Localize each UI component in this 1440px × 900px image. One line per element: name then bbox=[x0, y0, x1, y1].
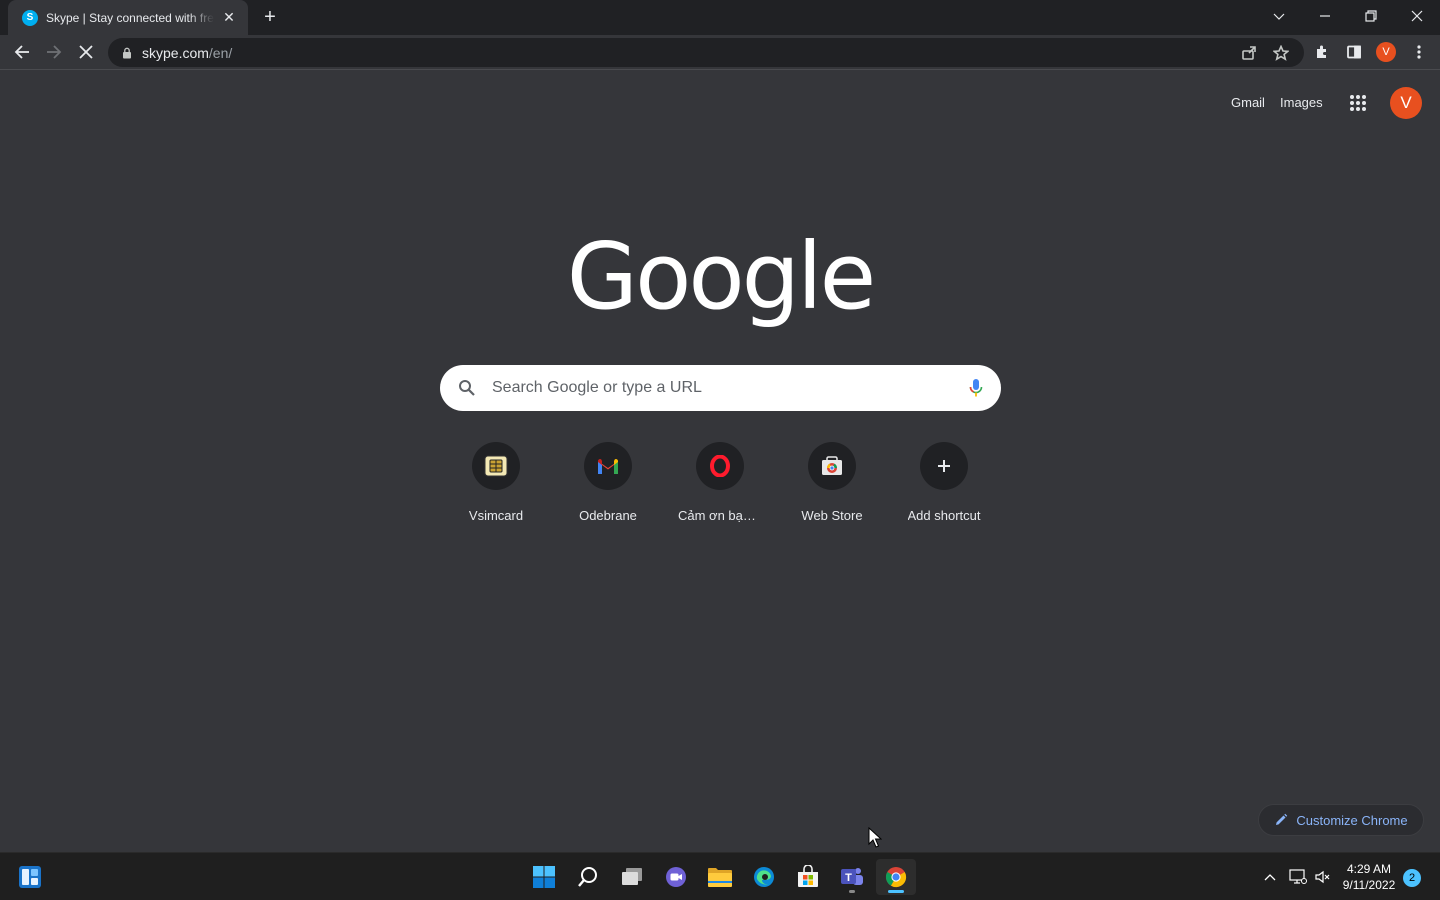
voice-search-icon[interactable] bbox=[969, 378, 983, 398]
mouse-cursor-icon bbox=[868, 826, 883, 854]
forward-icon[interactable] bbox=[40, 38, 68, 66]
address-bar[interactable]: skype.com/en/ bbox=[108, 38, 1304, 67]
shortcuts-row: Vsimcard Odebrane Cảm ơn bạn đã tải xuốn… bbox=[0, 442, 1440, 532]
file-explorer-icon[interactable] bbox=[700, 859, 740, 895]
back-icon[interactable] bbox=[8, 38, 36, 66]
profile-avatar: V bbox=[1376, 42, 1396, 62]
google-apps-icon[interactable] bbox=[1343, 88, 1373, 118]
clock-time: 4:29 AM bbox=[1346, 862, 1392, 876]
clock-date: 9/11/2022 bbox=[1342, 878, 1396, 892]
url-host: skype.com bbox=[142, 44, 209, 61]
shortcut-label: Vsimcard bbox=[468, 508, 524, 523]
notification-badge[interactable]: 2 bbox=[1403, 869, 1421, 887]
ntp-top-links: Gmail Images bbox=[0, 88, 1440, 118]
profile-button[interactable]: V bbox=[1372, 38, 1400, 66]
teams-icon[interactable]: T bbox=[832, 859, 872, 895]
minimize-icon[interactable] bbox=[1302, 0, 1348, 32]
images-link[interactable]: Images bbox=[1280, 95, 1323, 110]
running-indicator bbox=[849, 890, 855, 893]
clock[interactable]: 4:29 AM 9/11/2022 bbox=[1338, 861, 1400, 893]
svg-text:T: T bbox=[845, 872, 852, 884]
simcard-icon bbox=[472, 442, 520, 490]
webstore-icon bbox=[808, 442, 856, 490]
microsoft-store-icon[interactable] bbox=[788, 859, 828, 895]
customize-chrome-button[interactable]: Customize Chrome bbox=[1258, 804, 1424, 836]
shortcut-label: Web Store bbox=[801, 508, 863, 523]
tab-close-icon[interactable]: ✕ bbox=[220, 9, 238, 27]
url-path: /en/ bbox=[208, 44, 233, 61]
google-account-avatar[interactable]: V bbox=[1390, 87, 1422, 119]
search-icon bbox=[458, 379, 476, 397]
shortcut-odebrane[interactable]: Odebrane bbox=[552, 442, 664, 532]
start-icon[interactable] bbox=[524, 859, 564, 895]
gmail-link[interactable]: Gmail bbox=[1231, 95, 1265, 110]
windows-taskbar: T 4:29 AM 9/11/2022 2 bbox=[0, 852, 1440, 900]
shortcut-add[interactable]: Add shortcut bbox=[888, 442, 1000, 532]
shortcut-webstore[interactable]: Web Store bbox=[776, 442, 888, 532]
lock-icon[interactable] bbox=[122, 47, 132, 59]
shortcut-label: Add shortcut bbox=[907, 508, 981, 523]
show-hidden-icons-icon[interactable] bbox=[1260, 867, 1280, 887]
shortcut-vsimcard[interactable]: Vsimcard bbox=[440, 442, 552, 532]
volume-muted-icon[interactable] bbox=[1313, 867, 1333, 887]
tab-search-icon[interactable] bbox=[1256, 0, 1302, 32]
plus-icon bbox=[920, 442, 968, 490]
teams-chat-icon[interactable] bbox=[656, 859, 696, 895]
side-panel-icon[interactable] bbox=[1340, 38, 1368, 66]
new-tab-button[interactable]: + bbox=[258, 5, 282, 29]
google-logo: Google bbox=[566, 223, 876, 330]
gmail-icon bbox=[584, 442, 632, 490]
search-taskbar-icon[interactable] bbox=[568, 859, 608, 895]
extensions-icon[interactable] bbox=[1308, 38, 1336, 66]
pencil-icon bbox=[1274, 813, 1288, 827]
search-box[interactable] bbox=[440, 365, 1001, 411]
chrome-taskbar-icon[interactable] bbox=[876, 859, 916, 895]
task-view-icon[interactable] bbox=[612, 859, 652, 895]
shortcut-label: Odebrane bbox=[579, 508, 637, 523]
customize-chrome-label: Customize Chrome bbox=[1296, 812, 1408, 828]
bookmark-star-icon[interactable] bbox=[1270, 42, 1292, 64]
browser-toolbar: skype.com/en/ V bbox=[0, 35, 1440, 70]
restore-icon[interactable] bbox=[1348, 0, 1394, 32]
search-input[interactable] bbox=[492, 379, 961, 397]
tab-skype[interactable]: S Skype | Stay connected with free video… bbox=[8, 0, 248, 35]
tab-title: Skype | Stay connected with free video c… bbox=[46, 10, 214, 25]
tab-strip: S Skype | Stay connected with free video… bbox=[0, 0, 1440, 35]
widgets-icon[interactable] bbox=[10, 859, 50, 895]
shortcut-opera[interactable]: Cảm ơn bạn đã tải xuống Opera bbox=[664, 442, 776, 532]
active-indicator bbox=[888, 890, 904, 893]
stop-loading-icon[interactable] bbox=[72, 38, 100, 66]
edge-icon[interactable] bbox=[744, 859, 784, 895]
shortcut-label: Cảm ơn bạn đã tải xuống Opera bbox=[678, 508, 762, 523]
more-menu-icon[interactable] bbox=[1405, 38, 1433, 66]
skype-favicon-icon: S bbox=[22, 9, 38, 26]
network-icon[interactable] bbox=[1288, 867, 1308, 887]
close-window-icon[interactable] bbox=[1394, 0, 1440, 32]
share-icon[interactable] bbox=[1238, 42, 1260, 64]
opera-icon bbox=[696, 442, 744, 490]
